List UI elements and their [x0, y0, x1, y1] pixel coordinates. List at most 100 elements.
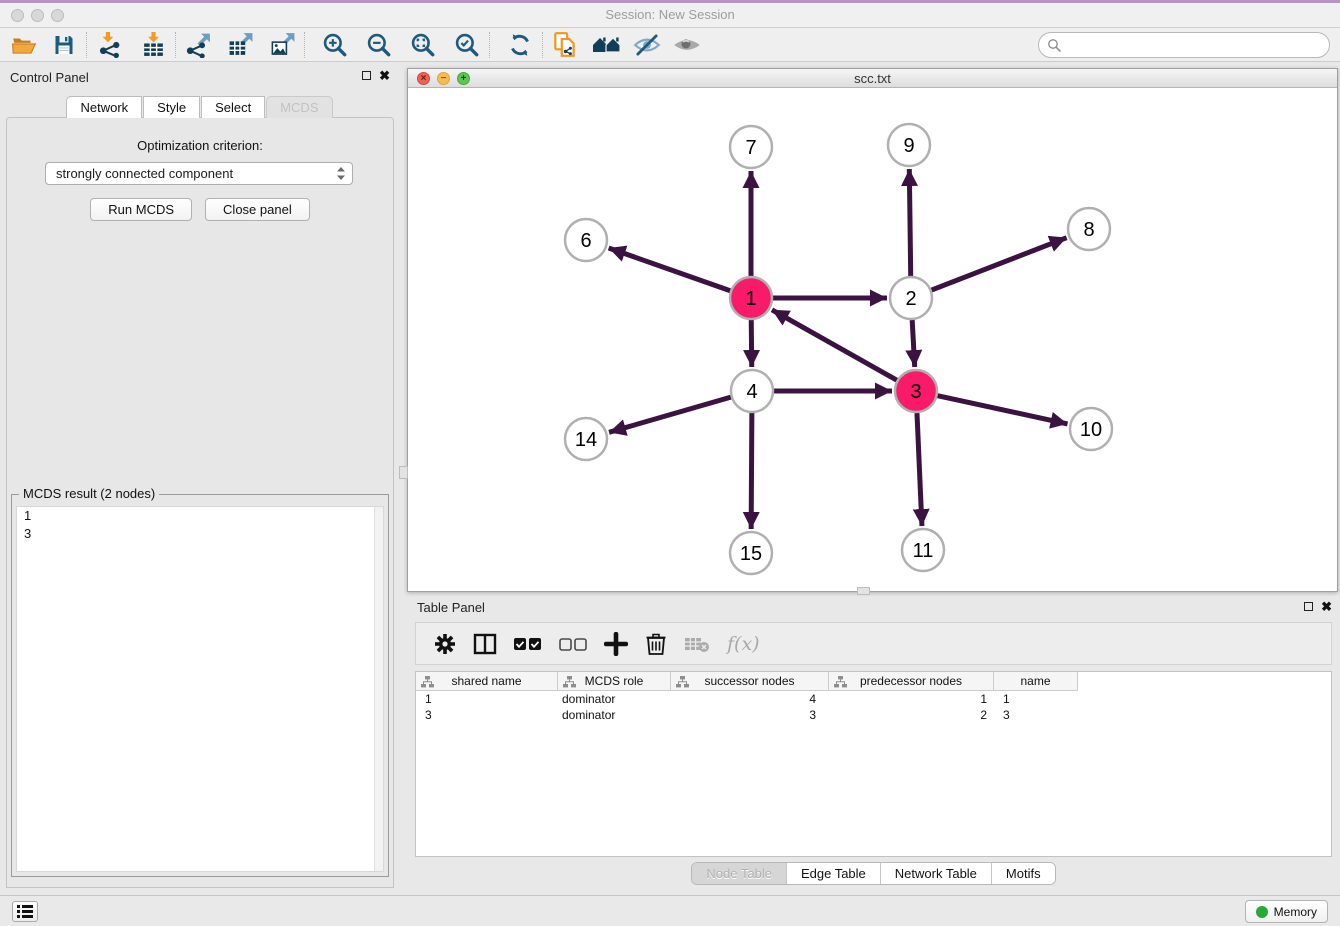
close-panel-icon[interactable]: ✖ [379, 70, 390, 81]
table-row[interactable]: 3 dominator 3 2 3 [416, 707, 1331, 723]
delete-column-button[interactable] [645, 630, 667, 658]
fx-icon: f(x) [727, 633, 760, 655]
cell-predecessor-nodes[interactable]: 2 [829, 707, 994, 723]
toggle-columns-button[interactable] [473, 630, 497, 658]
zoom-fit-button[interactable] [407, 30, 439, 60]
graph-node-label-1: 1 [745, 288, 756, 310]
float-panel-icon[interactable] [362, 71, 371, 80]
graph-edge-2-9[interactable] [909, 169, 910, 276]
graph-edge-3-11[interactable] [917, 413, 922, 526]
zoom-in-button[interactable] [319, 30, 351, 60]
plus-icon [604, 632, 628, 656]
export-table-button[interactable] [224, 30, 256, 60]
column-header-shared-name[interactable]: shared name [416, 672, 558, 691]
cell-name[interactable]: 3 [994, 707, 1078, 723]
home-layout-button[interactable] [591, 30, 623, 60]
result-scrollbar[interactable] [374, 507, 383, 871]
column-header-name[interactable]: name [994, 672, 1078, 691]
node-table[interactable]: shared name MCDS role successor nodes pr… [415, 671, 1332, 857]
zoom-fit-icon [409, 31, 437, 59]
open-session-button[interactable] [8, 30, 40, 60]
graph-edge-3-10[interactable] [937, 396, 1067, 424]
table-settings-button[interactable] [434, 630, 456, 658]
graph-edge-1-6[interactable] [609, 248, 731, 291]
select-all-columns-button[interactable] [514, 630, 542, 658]
show-all-button[interactable] [671, 30, 703, 60]
close-panel-button[interactable]: Close panel [205, 198, 310, 221]
cell-mcds-role[interactable]: dominator [558, 707, 671, 723]
network-window-titlebar[interactable]: × − + scc.txt [408, 69, 1337, 88]
cell-successor-nodes[interactable]: 3 [671, 707, 829, 723]
refresh-view-button[interactable] [504, 30, 536, 60]
float-table-panel-icon[interactable] [1304, 602, 1313, 611]
checked-boxes-icon [514, 637, 542, 651]
run-mcds-button[interactable]: Run MCDS [90, 198, 192, 221]
column-label: name [1020, 674, 1050, 688]
zoom-selected-icon [453, 31, 481, 59]
status-bar: Memory [0, 895, 1340, 926]
close-table-panel-icon[interactable]: ✖ [1321, 601, 1332, 612]
tab-network[interactable]: Network [66, 96, 142, 118]
cell-shared-name[interactable]: 1 [416, 691, 558, 707]
tab-select[interactable]: Select [201, 96, 265, 118]
memory-label: Memory [1274, 905, 1317, 919]
graph-edge-4-15[interactable] [751, 413, 752, 529]
graph-edge-1-4[interactable] [751, 320, 752, 367]
import-network-button[interactable] [93, 30, 125, 60]
column-header-successor-nodes[interactable]: successor nodes [671, 672, 829, 691]
duplicate-network-icon [551, 31, 579, 59]
graph-node-label-6: 6 [580, 230, 591, 252]
tab-motifs[interactable]: Motifs [991, 863, 1055, 884]
table-row[interactable]: 1 dominator 4 1 1 [416, 691, 1331, 707]
create-column-button[interactable] [604, 630, 628, 658]
zoom-out-button[interactable] [363, 30, 395, 60]
export-network-button[interactable] [182, 30, 214, 60]
cell-shared-name[interactable]: 3 [416, 707, 558, 723]
function-builder-button[interactable]: f(x) [727, 630, 760, 658]
session-title: Session: New Session [0, 7, 1340, 22]
graph-edge-3-1[interactable] [772, 310, 897, 380]
tab-node-table[interactable]: Node Table [692, 863, 786, 884]
tab-style[interactable]: Style [143, 96, 200, 118]
column-header-predecessor-nodes[interactable]: predecessor nodes [829, 672, 994, 691]
graph-edge-4-14[interactable] [609, 397, 731, 432]
duplicate-network-button[interactable] [549, 30, 581, 60]
task-history-button[interactable] [12, 901, 38, 922]
save-session-button[interactable] [48, 30, 80, 60]
cell-successor-nodes[interactable]: 4 [671, 691, 829, 707]
graph-edge-2-3[interactable] [912, 320, 915, 367]
column-label: shared name [451, 674, 521, 688]
zoom-selected-button[interactable] [451, 30, 483, 60]
deselect-all-columns-button[interactable] [559, 630, 587, 658]
control-panel-tabs: Network Style Select MCDS [0, 96, 400, 118]
tab-mcds[interactable]: MCDS [266, 96, 332, 118]
cell-mcds-role[interactable]: dominator [558, 691, 671, 707]
criterion-value: strongly connected component [56, 166, 233, 181]
cell-name[interactable]: 1 [994, 691, 1078, 707]
graph-node-label-15: 15 [740, 543, 762, 565]
graph-node-label-3: 3 [910, 381, 921, 403]
graph-edge-2-8[interactable] [932, 238, 1067, 290]
criterion-select[interactable]: strongly connected component [45, 162, 353, 185]
splitter-grip-horizontal[interactable] [857, 587, 870, 595]
column-label: successor nodes [704, 674, 794, 688]
delete-table-button[interactable] [684, 630, 710, 658]
tab-edge-table[interactable]: Edge Table [786, 863, 880, 884]
export-image-button[interactable] [266, 30, 298, 60]
cell-predecessor-nodes[interactable]: 1 [829, 691, 994, 707]
import-table-button[interactable] [137, 30, 169, 60]
mcds-result-list[interactable]: 1 3 [16, 506, 384, 872]
network-canvas[interactable]: 7968124314101511 [408, 88, 1337, 591]
splitter-grip-vertical[interactable] [399, 466, 408, 479]
mcds-panel-body: Optimization criterion: strongly connect… [6, 117, 394, 888]
network-graph[interactable]: 7968124314101511 [408, 88, 1337, 591]
search-input[interactable] [1038, 32, 1330, 58]
table-tabs: Node Table Edge Table Network Table Moti… [407, 861, 1340, 886]
column-header-mcds-role[interactable]: MCDS role [558, 672, 671, 691]
hide-selected-button[interactable] [631, 30, 663, 60]
optimization-criterion-label: Optimization criterion: [7, 138, 393, 153]
tab-network-table[interactable]: Network Table [880, 863, 991, 884]
graph-node-label-2: 2 [905, 288, 916, 310]
memory-button[interactable]: Memory [1245, 900, 1328, 923]
delete-table-icon [684, 634, 710, 654]
